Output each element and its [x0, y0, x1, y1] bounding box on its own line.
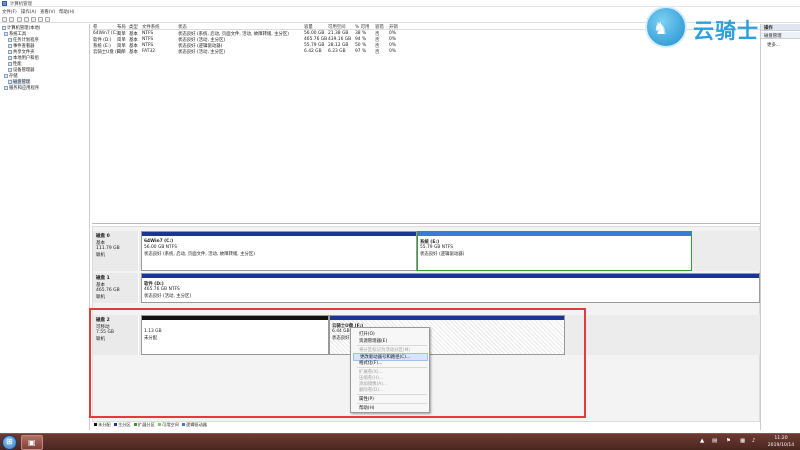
volume-list: 卷 布局 类型 文件系统 状态 容量 可用空间 % 可用 容错 开销 64Win…	[92, 24, 760, 224]
legend-logical: 逻辑驱动器	[182, 422, 207, 428]
partition-unallocated[interactable]: 1.13 GB 未分配	[141, 315, 329, 355]
partition-e[interactable]: 系统 (E:) 55.79 GB NTFS 状态良好 (逻辑驱动器)	[417, 231, 692, 271]
tools-icon	[4, 31, 8, 36]
ctx-open[interactable]: 打开(O)	[359, 331, 375, 337]
actions-header: 操作	[761, 24, 800, 31]
col-status[interactable]: 状态	[178, 24, 187, 30]
clock-date: 2019/10/14	[767, 443, 795, 448]
col-volume[interactable]: 卷	[93, 24, 97, 30]
legend: 未分配 主分区 扩展分区 可用空间 逻辑驱动器	[92, 422, 760, 428]
computer-icon	[2, 25, 6, 30]
partition-d[interactable]: 软件 (D:) 465.76 GB NTFS 状态良好 (活动, 主分区)	[141, 273, 760, 303]
col-type[interactable]: 类型	[129, 24, 138, 30]
col-fault[interactable]: 容错	[375, 24, 384, 30]
clock-time: 11:20	[774, 436, 788, 441]
computer-management-icon	[2, 1, 7, 6]
disk-2-label[interactable]: 磁盘 2 可移动 7.55 GB 联机	[93, 315, 139, 355]
menu-file[interactable]: 文件(F)	[2, 9, 17, 15]
properties-icon[interactable]	[24, 17, 29, 22]
tray-device-icon[interactable]: ▦	[740, 438, 745, 444]
refresh-icon[interactable]	[38, 17, 43, 22]
settings-icon[interactable]	[45, 17, 50, 22]
folder-icon	[8, 49, 12, 54]
knight-logo-icon: ♞	[645, 6, 687, 48]
tree-item-services-apps[interactable]: 服务和应用程序	[4, 85, 39, 91]
tray-volume-icon[interactable]: ♪	[752, 438, 756, 444]
brand-watermark: ♞ 云骑士	[645, 6, 765, 48]
tray-flag-icon[interactable]: ⚑	[726, 438, 731, 444]
context-menu: 打开(O) 资源管理器(E) 将分区标记为活动分区(M) 更改驱动器号和路径(C…	[350, 327, 430, 413]
col-overhead[interactable]: 开销	[389, 24, 398, 30]
ctx-help[interactable]: 帮助(H)	[359, 405, 375, 411]
col-filesystem[interactable]: 文件系统	[142, 24, 160, 30]
disk-1-row: 磁盘 1 基本 465.76 GB 联机 软件 (D:) 465.76 GB N…	[93, 273, 761, 303]
tray-network-icon[interactable]: ▤	[712, 438, 717, 444]
disk-0-row: 磁盘 0 基本 111.79 GB 联机 64Win7 (C:) 56.00 G…	[93, 231, 761, 271]
window-title: 计算机管理	[10, 2, 32, 7]
clock-icon	[8, 37, 12, 42]
menu-action[interactable]: 操作(A)	[21, 9, 36, 15]
menu-help[interactable]: 帮助(H)	[59, 9, 75, 15]
taskbar: ⊞ ▣ ▲ ▤ ⚑ ▦ ♪ 11:20 2019/10/14	[0, 433, 800, 450]
brand-name: 云骑士	[693, 19, 759, 43]
ctx-format[interactable]: 格式化(F)...	[359, 360, 382, 366]
actions-disk-management[interactable]: 磁盘管理	[761, 32, 800, 39]
clock[interactable]: 11:20 2019/10/14	[764, 435, 798, 449]
back-icon[interactable]	[2, 17, 7, 22]
ctx-properties[interactable]: 属性(P)	[359, 396, 374, 402]
legend-extended: 扩展分区	[134, 422, 155, 428]
storage-icon	[4, 73, 8, 78]
col-percent[interactable]: % 可用	[355, 24, 369, 30]
start-button[interactable]: ⊞	[2, 435, 17, 450]
col-capacity[interactable]: 容量	[304, 24, 313, 30]
help-icon[interactable]	[31, 17, 36, 22]
computer-management-window: 计算机管理 文件(F) 操作(A) 查看(V) 帮助(H) 计算机管理(本地) …	[0, 0, 800, 433]
legend-primary: 主分区	[114, 422, 131, 428]
users-icon	[8, 55, 12, 60]
legend-unallocated: 未分配	[94, 422, 111, 428]
actions-pane: 操作 磁盘管理 更多...	[760, 24, 800, 430]
forward-icon[interactable]	[9, 17, 14, 22]
device-icon	[8, 67, 12, 72]
navigation-tree: 计算机管理(本地) 系统工具 任务计划程序 事件查看器 共享文件夹 本地用户和组…	[0, 24, 90, 430]
disk-icon	[8, 79, 12, 84]
event-icon	[8, 43, 12, 48]
up-icon[interactable]	[17, 17, 22, 22]
services-icon	[4, 85, 8, 90]
disk-0-label[interactable]: 磁盘 0 基本 111.79 GB 联机	[93, 231, 139, 271]
volume-row[interactable]: 云骑士U盘 (F:) 简单 基本 FAT32 状态良好 (活动, 主分区) 6.…	[92, 49, 760, 55]
col-free[interactable]: 可用空间	[328, 24, 346, 30]
tray-arrow-icon[interactable]: ▲	[700, 438, 704, 444]
taskbar-computer-management[interactable]: ▣	[21, 435, 43, 450]
ctx-explore[interactable]: 资源管理器(E)	[359, 338, 387, 344]
disk-1-label[interactable]: 磁盘 1 基本 465.76 GB 联机	[93, 273, 139, 303]
performance-icon	[8, 61, 12, 66]
menu-view[interactable]: 查看(V)	[40, 9, 55, 15]
col-layout[interactable]: 布局	[117, 24, 126, 30]
ctx-delete-volume: 删除卷(D)...	[359, 388, 384, 393]
partition-c[interactable]: 64Win7 (C:) 56.00 GB NTFS 状态良好 (系统, 启动, …	[141, 231, 417, 271]
computer-management-taskbar-icon: ▣	[28, 438, 36, 447]
windows-icon: ⊞	[6, 437, 13, 446]
actions-more[interactable]: 更多...	[767, 42, 780, 48]
legend-free: 可用空间	[158, 422, 179, 428]
